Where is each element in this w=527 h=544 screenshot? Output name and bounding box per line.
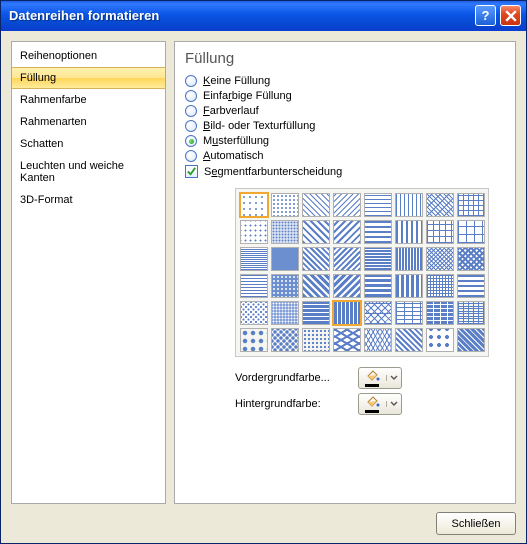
pattern-swatch[interactable] (395, 274, 423, 298)
pattern-swatch[interactable] (302, 274, 330, 298)
radio-no-fill[interactable]: Keine Füllung (185, 75, 505, 87)
checkbox-segment-vary[interactable]: Segmentfarbunterscheidung (185, 165, 505, 178)
sidebar: Reihenoptionen Füllung Rahmenfarbe Rahme… (11, 41, 166, 504)
pattern-swatch[interactable] (395, 193, 423, 217)
radio-icon (185, 90, 197, 102)
pattern-swatch[interactable] (364, 193, 392, 217)
sidebar-item-border-styles[interactable]: Rahmenarten (12, 111, 165, 133)
pattern-swatch[interactable] (271, 301, 299, 325)
chevron-down-icon (386, 401, 398, 407)
foreground-color-row: Vordergrundfarbe... (235, 367, 505, 389)
help-button[interactable]: ? (475, 5, 496, 26)
foreground-label: Vordergrundfarbe... (235, 372, 350, 384)
radio-icon (185, 105, 197, 117)
radio-icon (185, 120, 197, 132)
columns: Reihenoptionen Füllung Rahmenfarbe Rahme… (11, 41, 516, 504)
pattern-swatch[interactable] (333, 301, 361, 325)
pattern-swatch[interactable] (302, 247, 330, 271)
pattern-swatch[interactable] (302, 193, 330, 217)
main-panel: Füllung Keine Füllung Einfarbige Füllung… (174, 41, 516, 504)
pattern-swatch[interactable] (426, 328, 454, 352)
pattern-swatch[interactable] (240, 220, 268, 244)
pattern-swatch[interactable] (364, 328, 392, 352)
pattern-swatch[interactable] (302, 328, 330, 352)
pattern-swatch[interactable] (240, 328, 268, 352)
radio-icon (185, 75, 197, 87)
radio-icon (185, 150, 197, 162)
pattern-swatch[interactable] (302, 220, 330, 244)
client-area: Reihenoptionen Füllung Rahmenfarbe Rahme… (1, 31, 526, 543)
radio-picture-fill[interactable]: Bild- oder Texturfüllung (185, 120, 505, 132)
pattern-swatch[interactable] (271, 274, 299, 298)
paint-bucket-icon (364, 395, 380, 409)
close-icon (505, 10, 517, 22)
pattern-swatch[interactable] (271, 220, 299, 244)
pattern-swatch[interactable] (395, 328, 423, 352)
pattern-swatch[interactable] (240, 193, 268, 217)
sidebar-item-series-options[interactable]: Reihenoptionen (12, 45, 165, 67)
pattern-swatch[interactable] (333, 274, 361, 298)
radio-solid-fill[interactable]: Einfarbige Füllung (185, 90, 505, 102)
background-color-button[interactable] (358, 393, 402, 415)
sidebar-item-glow[interactable]: Leuchten und weiche Kanten (12, 155, 165, 189)
pattern-swatch[interactable] (457, 274, 485, 298)
foreground-color-button[interactable] (358, 367, 402, 389)
pattern-swatch[interactable] (457, 247, 485, 271)
pattern-swatch[interactable] (426, 274, 454, 298)
pattern-swatch[interactable] (426, 220, 454, 244)
pattern-swatch[interactable] (426, 301, 454, 325)
pattern-swatch[interactable] (395, 220, 423, 244)
window-title: Datenreihen formatieren (9, 8, 475, 23)
pattern-swatch[interactable] (364, 247, 392, 271)
radio-gradient-fill[interactable]: Farbverlauf (185, 105, 505, 117)
color-bar (365, 410, 379, 413)
pattern-swatch[interactable] (364, 301, 392, 325)
pattern-swatch[interactable] (457, 193, 485, 217)
radio-icon (185, 135, 197, 147)
dialog-window: Datenreihen formatieren ? Reihenoptionen… (0, 0, 527, 544)
pattern-swatch[interactable] (271, 328, 299, 352)
pattern-swatch[interactable] (333, 247, 361, 271)
footer: Schließen (11, 504, 516, 535)
pattern-swatch[interactable] (333, 220, 361, 244)
color-bar (365, 384, 379, 387)
background-label: Hintergrundfarbe: (235, 398, 350, 410)
pattern-swatch[interactable] (426, 193, 454, 217)
radio-automatic[interactable]: Automatisch (185, 150, 505, 162)
pattern-swatch[interactable] (271, 193, 299, 217)
background-color-row: Hintergrundfarbe: (235, 393, 505, 415)
chevron-down-icon (386, 375, 398, 381)
pattern-swatch[interactable] (395, 247, 423, 271)
pattern-swatch[interactable] (426, 247, 454, 271)
pattern-swatch[interactable] (240, 301, 268, 325)
sidebar-item-fill[interactable]: Füllung (12, 67, 165, 89)
pattern-swatch[interactable] (333, 328, 361, 352)
pattern-swatch[interactable] (457, 328, 485, 352)
sidebar-item-3d-format[interactable]: 3D-Format (12, 189, 165, 211)
pattern-swatch[interactable] (271, 247, 299, 271)
pattern-swatch[interactable] (333, 193, 361, 217)
pattern-swatch[interactable] (240, 274, 268, 298)
sidebar-item-shadow[interactable]: Schatten (12, 133, 165, 155)
pattern-swatch[interactable] (240, 247, 268, 271)
close-button[interactable] (500, 5, 521, 26)
pattern-swatch[interactable] (364, 220, 392, 244)
pattern-swatch[interactable] (457, 220, 485, 244)
pattern-swatch[interactable] (395, 301, 423, 325)
pattern-picker (235, 188, 489, 357)
close-dialog-button[interactable]: Schließen (436, 512, 516, 535)
checkbox-icon (185, 165, 198, 178)
panel-heading: Füllung (185, 50, 505, 67)
radio-pattern-fill[interactable]: Musterfüllung (185, 135, 505, 147)
pattern-swatch[interactable] (302, 301, 330, 325)
pattern-swatch[interactable] (457, 301, 485, 325)
sidebar-item-border-color[interactable]: Rahmenfarbe (12, 89, 165, 111)
paint-bucket-icon (364, 369, 380, 383)
titlebar: Datenreihen formatieren ? (1, 1, 526, 31)
pattern-swatch[interactable] (364, 274, 392, 298)
